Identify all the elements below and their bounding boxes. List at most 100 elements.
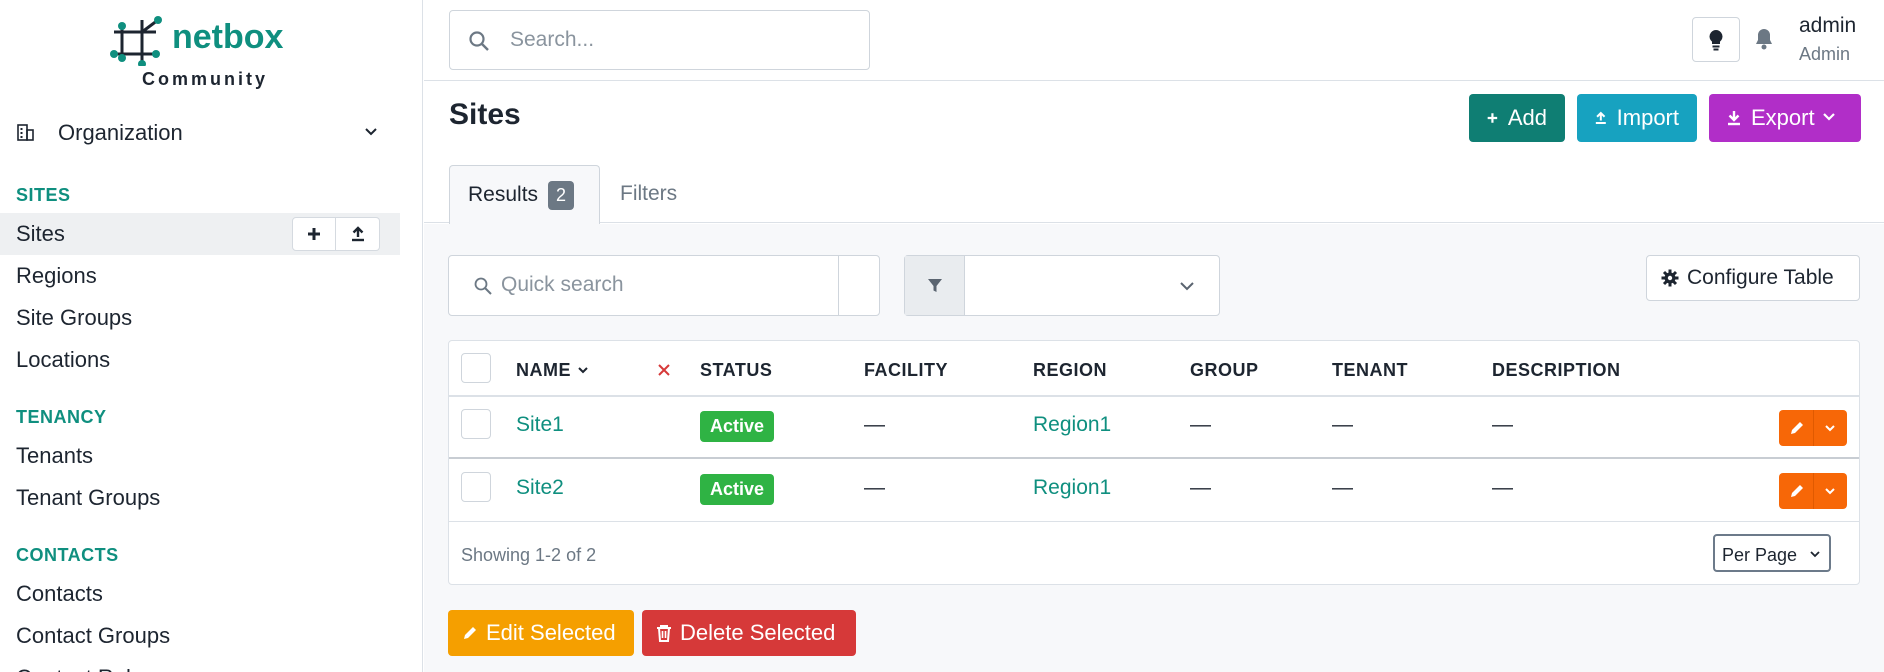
- chevron-down-icon[interactable]: [1824, 422, 1836, 434]
- import-label: Import: [1616, 105, 1679, 130]
- row-actions-divider: [1813, 473, 1814, 509]
- add-label: Add: [1507, 105, 1547, 130]
- sidebar-item-locations[interactable]: Locations: [0, 339, 400, 381]
- tab-filters[interactable]: Filters: [602, 165, 695, 223]
- per-page-select[interactable]: Per Page: [1713, 534, 1831, 572]
- upload-icon: [351, 226, 364, 242]
- sidebar-item-sites[interactable]: Sites: [0, 213, 400, 255]
- sidebar-section-contacts: CONTACTS: [16, 545, 119, 565]
- site-name-link[interactable]: Site2: [516, 476, 564, 500]
- sidebar-item-tenants[interactable]: Tenants: [0, 435, 400, 477]
- saved-filter-select[interactable]: [904, 255, 1220, 316]
- chevron-down-icon: [1180, 282, 1194, 291]
- table-row: Site2 Active — Region1 — — —: [449, 460, 1859, 522]
- filter-prefix: [905, 256, 965, 315]
- sidebar-item-contact-groups[interactable]: Contact Groups: [0, 615, 400, 657]
- sidebar-item-tenant-groups[interactable]: Tenant Groups: [0, 477, 400, 519]
- edit-selected-label: Edit Selected: [486, 620, 616, 645]
- brand-name: netbox: [172, 18, 284, 56]
- bell-icon[interactable]: [1752, 26, 1776, 52]
- sidebar-item-contacts[interactable]: Contacts: [0, 573, 400, 615]
- per-page-label: Per Page: [1722, 545, 1798, 565]
- search-placeholder: Search...: [510, 28, 595, 51]
- page-header: Sites Add Import Export Results 2 Filter…: [424, 82, 1884, 224]
- sites-table: NAME STATUS FACILITY REGION GROUP TENANT…: [448, 340, 1860, 585]
- brand-edition: Community: [142, 69, 268, 89]
- column-header-name[interactable]: NAME: [516, 360, 589, 381]
- pencil-icon: [464, 627, 476, 639]
- facility-cell: —: [864, 476, 885, 499]
- sidebar: netbox Community Organization SITES Site…: [0, 0, 423, 672]
- top-bar: Search... admin Admin: [424, 0, 1884, 81]
- group-cell: —: [1190, 413, 1211, 436]
- clear-sort-icon[interactable]: [657, 363, 671, 377]
- theme-toggle-button[interactable]: [1692, 17, 1740, 62]
- tab-results-label: Results: [468, 183, 539, 206]
- column-header-facility[interactable]: FACILITY: [864, 360, 948, 381]
- region-link[interactable]: Region1: [1033, 476, 1111, 500]
- row-edit-actions[interactable]: [1779, 473, 1847, 509]
- region-link[interactable]: Region1: [1033, 413, 1111, 437]
- row-actions-divider: [1813, 410, 1814, 446]
- chevron-down-icon: [1823, 113, 1835, 121]
- quick-search-input[interactable]: Quick search: [448, 255, 880, 316]
- row-edit-actions[interactable]: [1779, 410, 1847, 446]
- edit-selected-button[interactable]: Edit Selected: [448, 610, 634, 656]
- user-name[interactable]: admin: [1799, 14, 1856, 38]
- search-icon: [474, 277, 492, 295]
- column-header-status[interactable]: STATUS: [700, 360, 772, 381]
- filter-icon: [927, 278, 942, 292]
- global-search-input[interactable]: Search...: [449, 10, 870, 70]
- status-badge: Active: [700, 474, 775, 505]
- chevron-down-icon: [1810, 551, 1820, 558]
- delete-selected-label: Delete Selected: [680, 620, 836, 645]
- delete-selected-button[interactable]: Delete Selected: [642, 610, 856, 656]
- search-icon: [469, 31, 489, 51]
- pencil-icon[interactable]: [1789, 483, 1805, 499]
- import-site-button[interactable]: [336, 217, 380, 251]
- tenant-cell: —: [1332, 476, 1353, 499]
- status-badge: Active: [700, 411, 775, 442]
- row-checkbox[interactable]: [461, 409, 491, 439]
- netbox-logo-icon: [110, 16, 162, 66]
- tab-results[interactable]: Results 2: [449, 165, 600, 224]
- pencil-icon[interactable]: [1789, 420, 1805, 436]
- tenant-cell: —: [1332, 413, 1353, 436]
- column-header-tenant[interactable]: TENANT: [1332, 360, 1408, 381]
- row-checkbox[interactable]: [461, 472, 491, 502]
- sidebar-group-organization[interactable]: Organization: [0, 112, 400, 152]
- table-row: Site1 Active — Region1 — — —: [449, 397, 1859, 459]
- column-header-description[interactable]: DESCRIPTION: [1492, 360, 1621, 381]
- quick-search-placeholder: Quick search: [501, 273, 624, 296]
- import-button[interactable]: Import: [1577, 94, 1697, 142]
- sidebar-item-contact-roles[interactable]: Contact Roles: [0, 657, 400, 672]
- select-all-checkbox[interactable]: [461, 353, 491, 383]
- chevron-down-icon: [365, 128, 377, 136]
- sidebar-item-site-groups[interactable]: Site Groups: [0, 297, 400, 339]
- logo[interactable]: netbox Community: [108, 14, 288, 94]
- column-header-group[interactable]: GROUP: [1190, 360, 1259, 381]
- column-header-region[interactable]: REGION: [1033, 360, 1107, 381]
- user-role: Admin: [1799, 44, 1851, 64]
- table-header: NAME STATUS FACILITY REGION GROUP TENANT…: [449, 341, 1859, 397]
- site-name-link[interactable]: Site1: [516, 413, 564, 437]
- results-count-badge: 2: [548, 180, 575, 210]
- chevron-down-icon[interactable]: [1824, 485, 1836, 497]
- add-button[interactable]: Add: [1469, 94, 1565, 142]
- facility-cell: —: [864, 413, 885, 436]
- trash-icon: [657, 625, 671, 642]
- configure-table-label: Configure Table: [1687, 266, 1834, 289]
- description-cell: —: [1492, 476, 1513, 499]
- chevron-down-icon: [577, 367, 588, 374]
- plus-icon: [308, 228, 320, 240]
- add-site-button[interactable]: [292, 217, 336, 251]
- page-title: Sites: [449, 98, 521, 131]
- lightbulb-icon: [1709, 29, 1723, 50]
- sidebar-item-regions[interactable]: Regions: [0, 255, 400, 297]
- upload-icon: [1595, 111, 1606, 124]
- download-icon: [1728, 111, 1740, 126]
- quick-search-divider: [838, 256, 839, 315]
- export-button[interactable]: Export: [1709, 94, 1861, 142]
- configure-table-button[interactable]: Configure Table: [1646, 255, 1860, 301]
- building-icon: [17, 124, 34, 141]
